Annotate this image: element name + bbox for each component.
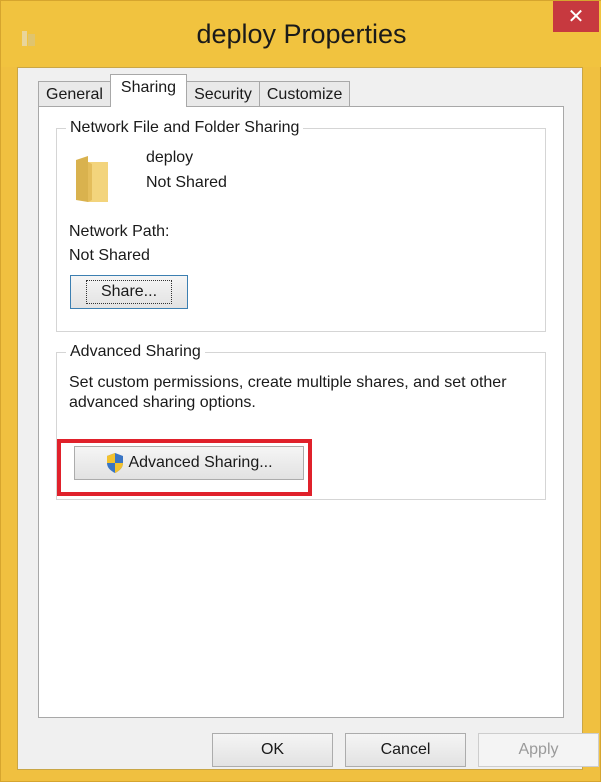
- share-button[interactable]: Share...: [70, 275, 188, 309]
- advanced-sharing-description: Set custom permissions, create multiple …: [69, 374, 507, 411]
- advanced-sharing-group: Advanced Sharing Set custom permissions,…: [56, 343, 546, 500]
- apply-button[interactable]: Apply: [478, 733, 599, 767]
- tab-customize[interactable]: Customize: [258, 81, 351, 107]
- cancel-button[interactable]: Cancel: [345, 733, 466, 767]
- advanced-sharing-button[interactable]: Advanced Sharing...: [74, 446, 304, 480]
- folder-name: deploy: [146, 149, 194, 166]
- network-path-label: Network Path:: [69, 223, 170, 240]
- close-button[interactable]: ✕: [553, 1, 599, 32]
- tab-general[interactable]: General: [38, 81, 111, 107]
- tab-security[interactable]: Security: [186, 81, 260, 107]
- network-path-value: Not Shared: [69, 247, 150, 264]
- dialog-client-area: General Sharing Security Customize Netwo…: [17, 67, 599, 770]
- tab-sharing[interactable]: Sharing: [109, 74, 188, 107]
- uac-shield-icon: [107, 453, 124, 473]
- advanced-sharing-button-label: Advanced Sharing...: [128, 454, 273, 471]
- folder-icon: [76, 156, 108, 202]
- ok-button[interactable]: OK: [212, 733, 333, 767]
- tab-strip: General Sharing Security Customize: [38, 73, 351, 107]
- properties-window: deploy Properties ✕ General Sharing Secu…: [0, 0, 601, 782]
- advanced-sharing-legend: Advanced Sharing: [70, 343, 201, 360]
- network-sharing-legend: Network File and Folder Sharing: [70, 119, 300, 136]
- share-button-label: Share...: [85, 280, 173, 304]
- sharing-tab-panel: Network File and Folder Sharing deploy N…: [38, 106, 564, 718]
- window-title: deploy Properties: [196, 19, 407, 49]
- title-bar[interactable]: deploy Properties ✕: [1, 1, 601, 67]
- network-sharing-group: Network File and Folder Sharing deploy N…: [56, 119, 546, 332]
- folder-share-status: Not Shared: [146, 174, 227, 191]
